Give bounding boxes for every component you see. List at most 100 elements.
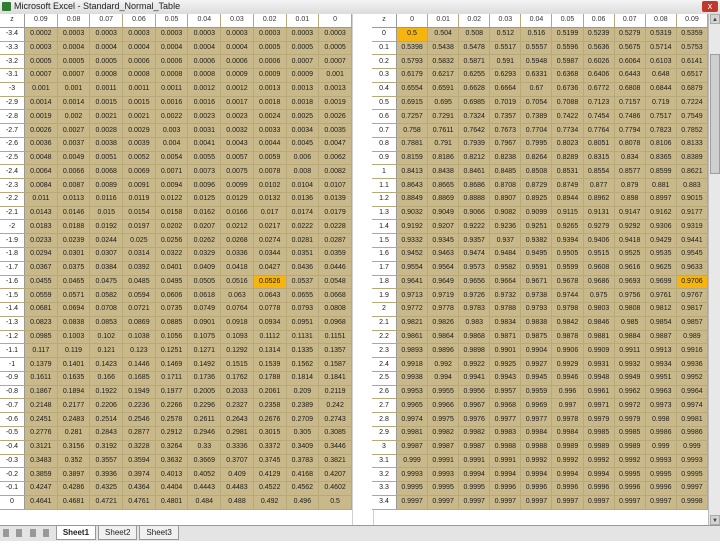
probability-cell[interactable]: 0.4052 xyxy=(187,467,222,483)
probability-cell[interactable]: 0.9732 xyxy=(489,288,522,304)
probability-cell[interactable]: 0.9864 xyxy=(427,330,460,345)
probability-cell[interactable]: 0.0139 xyxy=(318,192,352,207)
column-header[interactable]: 0.07 xyxy=(614,14,646,28)
probability-cell[interactable]: 0.7611 xyxy=(427,123,460,138)
probability-cell[interactable]: 0.0003 xyxy=(187,27,222,42)
probability-cell[interactable]: 0.0119 xyxy=(122,192,156,207)
z-value-cell[interactable]: 0.6 xyxy=(372,109,397,125)
tab-nav-last-icon[interactable] xyxy=(43,529,50,537)
probability-cell[interactable]: 0.7422 xyxy=(551,109,584,125)
probability-cell[interactable]: 0.6844 xyxy=(645,82,677,97)
probability-cell[interactable]: 0.2005 xyxy=(187,385,222,400)
column-header[interactable]: 0.03 xyxy=(220,14,254,28)
probability-cell[interactable]: 0.0594 xyxy=(122,288,156,304)
probability-cell[interactable]: 0.9995 xyxy=(645,467,677,483)
column-header[interactable]: 0.02 xyxy=(253,14,287,28)
probability-cell[interactable]: 0.9099 xyxy=(520,206,553,221)
z-value-cell[interactable]: -0.5 xyxy=(0,426,25,441)
probability-cell[interactable]: 0.1736 xyxy=(187,371,222,386)
probability-cell[interactable]: 0.9901 xyxy=(489,343,522,359)
probability-cell[interactable]: 0.2912 xyxy=(155,426,189,441)
z-value-cell[interactable]: -1.7 xyxy=(0,261,25,276)
probability-cell[interactable]: 0.9913 xyxy=(645,343,677,359)
probability-cell[interactable]: 0.0301 xyxy=(57,247,91,262)
probability-cell[interactable]: 0.8023 xyxy=(551,137,584,152)
z-value-cell[interactable]: -0.2 xyxy=(0,467,25,483)
probability-cell[interactable]: 0.6217 xyxy=(427,68,460,83)
probability-cell[interactable]: 0.7224 xyxy=(676,96,709,111)
probability-cell[interactable]: 0.3192 xyxy=(89,440,124,455)
z-value-cell[interactable]: 0 xyxy=(372,27,397,42)
probability-cell[interactable]: 0.0025 xyxy=(286,109,320,125)
probability-cell[interactable]: 0.0094 xyxy=(155,178,189,193)
probability-cell[interactable]: 0.6664 xyxy=(489,82,522,97)
probability-cell[interactable]: 0.1814 xyxy=(286,371,320,386)
probability-cell[interactable]: 0.1251 xyxy=(155,343,189,359)
probability-cell[interactable]: 0.0016 xyxy=(155,96,189,111)
z-value-cell[interactable]: 2.2 xyxy=(372,330,397,345)
probability-cell[interactable]: 0.9997 xyxy=(551,495,584,510)
probability-cell[interactable]: 0.9699 xyxy=(645,275,677,290)
probability-cell[interactable]: 0.9971 xyxy=(583,398,615,414)
probability-cell[interactable]: 0.0055 xyxy=(187,151,222,166)
z-value-cell[interactable]: 0 xyxy=(0,495,25,510)
probability-cell[interactable]: 0.1922 xyxy=(89,385,124,400)
probability-cell[interactable]: 0.6591 xyxy=(427,82,460,97)
probability-cell[interactable]: 0.9997 xyxy=(520,495,553,510)
probability-cell[interactable]: 0.0158 xyxy=(155,206,189,221)
probability-cell[interactable]: 0.9963 xyxy=(645,385,677,400)
probability-cell[interactable]: 0.9941 xyxy=(458,371,491,386)
z-value-cell[interactable]: -0.7 xyxy=(0,398,25,414)
probability-cell[interactable]: 0.9192 xyxy=(396,219,429,235)
probability-cell[interactable]: 0.3015 xyxy=(253,426,287,441)
probability-cell[interactable]: 0.9953 xyxy=(396,385,429,400)
probability-cell[interactable]: 0.0018 xyxy=(286,96,320,111)
probability-cell[interactable]: 0.006 xyxy=(286,151,320,166)
probability-cell[interactable]: 0.0062 xyxy=(318,151,352,166)
z-value-cell[interactable]: -2.6 xyxy=(0,137,25,152)
probability-cell[interactable]: 0.3156 xyxy=(57,440,91,455)
probability-cell[interactable]: 0.6293 xyxy=(489,68,522,83)
probability-cell[interactable]: 0.0071 xyxy=(155,164,189,180)
z-value-cell[interactable]: -3.3 xyxy=(0,41,25,56)
z-value-cell[interactable]: -1.5 xyxy=(0,288,25,304)
probability-cell[interactable]: 0.0174 xyxy=(286,206,320,221)
probability-cell[interactable]: 0.9505 xyxy=(551,247,584,262)
probability-cell[interactable]: 0.0183 xyxy=(24,219,58,235)
probability-cell[interactable]: 0.8365 xyxy=(645,151,677,166)
probability-cell[interactable]: 0.117 xyxy=(24,343,58,359)
probability-cell[interactable]: 0.0778 xyxy=(253,302,287,317)
probability-cell[interactable]: 0.0207 xyxy=(187,219,222,235)
probability-cell[interactable]: 0.4602 xyxy=(318,481,352,496)
probability-cell[interactable]: 0.1635 xyxy=(57,371,91,386)
probability-cell[interactable]: 0.0004 xyxy=(220,41,254,56)
probability-cell[interactable]: 0.9925 xyxy=(489,357,522,372)
probability-cell[interactable]: 0.0375 xyxy=(57,261,91,276)
probability-cell[interactable]: 0.121 xyxy=(89,343,124,359)
probability-cell[interactable]: 0.3821 xyxy=(318,454,352,469)
probability-cell[interactable]: 0.9996 xyxy=(645,481,677,496)
probability-cell[interactable]: 0.4129 xyxy=(253,467,287,483)
z-value-cell[interactable]: 0.5 xyxy=(372,96,397,111)
probability-cell[interactable]: 0.9998 xyxy=(676,495,709,510)
z-value-cell[interactable]: 2.9 xyxy=(372,426,397,441)
probability-cell[interactable]: 0.0192 xyxy=(89,219,124,235)
probability-cell[interactable]: 0.9394 xyxy=(551,233,584,249)
probability-cell[interactable]: 0.4168 xyxy=(286,467,320,483)
probability-cell[interactable]: 0.0019 xyxy=(24,109,58,125)
probability-cell[interactable]: 0.2266 xyxy=(155,398,189,414)
probability-cell[interactable]: 0.9535 xyxy=(645,247,677,262)
probability-cell[interactable]: 0.0239 xyxy=(57,233,91,249)
probability-cell[interactable]: 0.1292 xyxy=(220,343,254,359)
probability-cell[interactable]: 0.9973 xyxy=(645,398,677,414)
probability-cell[interactable]: 0.0007 xyxy=(57,68,91,83)
probability-cell[interactable]: 0.9788 xyxy=(489,302,522,317)
z-value-cell[interactable]: -2.2 xyxy=(0,192,25,207)
probability-cell[interactable]: 0.0006 xyxy=(155,54,189,70)
z-value-cell[interactable]: -1.4 xyxy=(0,302,25,317)
probability-cell[interactable]: 0.1515 xyxy=(220,357,254,372)
probability-cell[interactable]: 0.985 xyxy=(614,316,646,331)
probability-cell[interactable]: 0.0012 xyxy=(187,82,222,97)
probability-cell[interactable]: 0.0006 xyxy=(253,54,287,70)
probability-cell[interactable]: 0.6772 xyxy=(583,82,615,97)
